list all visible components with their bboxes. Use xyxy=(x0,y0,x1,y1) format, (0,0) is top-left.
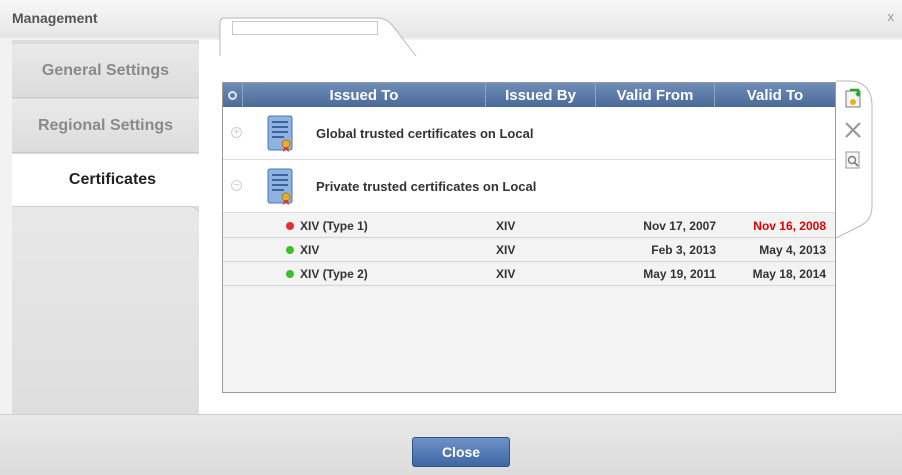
group-row-global[interactable]: + Global trusted certificates on Local xyxy=(223,107,835,160)
status-green-dot xyxy=(286,270,294,278)
certificate-icon xyxy=(267,115,293,152)
group-row-private[interactable]: − Private trusted certificates on Local xyxy=(223,160,835,213)
table-row[interactable]: XIV (Type 2) XIV May 19, 2011 May 18, 20… xyxy=(223,262,835,286)
sidebar-item-label: General Settings xyxy=(41,61,170,79)
view-details-icon[interactable] xyxy=(841,148,865,172)
sidebar-item-general-settings[interactable]: General Settings xyxy=(12,44,199,98)
sidebar-item-label: Certificates xyxy=(68,171,157,188)
cell-valid-from: Feb 3, 2013 xyxy=(651,243,716,257)
column-header-valid-to[interactable]: Valid To xyxy=(715,83,835,107)
group-label: Global trusted certificates on Local xyxy=(316,126,534,141)
sidebar-item-label: Regional Settings xyxy=(37,116,174,134)
status-green-dot xyxy=(286,246,294,254)
table-header: Issued To Issued By Valid From Valid To xyxy=(223,83,835,107)
cell-valid-to: May 4, 2013 xyxy=(759,243,826,257)
sidebar-empty-area xyxy=(12,206,199,415)
group-label: Private trusted certificates on Local xyxy=(316,179,537,194)
expand-icon[interactable]: + xyxy=(231,127,242,138)
cell-issued-by: XIV xyxy=(496,219,516,233)
certificates-table: Issued To Issued By Valid From Valid To … xyxy=(222,82,836,393)
title-bar: Management x xyxy=(0,0,902,38)
cell-issued-to: XIV xyxy=(300,243,320,257)
close-button[interactable]: Close xyxy=(412,437,510,467)
cell-issued-by: XIV xyxy=(496,267,516,281)
search-input[interactable] xyxy=(232,21,378,35)
table-row[interactable]: XIV (Type 1) XIV Nov 17, 2007 Nov 16, 20… xyxy=(223,214,835,238)
cell-issued-to: XIV (Type 1) xyxy=(300,219,368,233)
sidebar: General Settings Regional Settings Certi… xyxy=(12,40,213,415)
management-dialog: Management x General Settings Regional S… xyxy=(0,0,902,475)
delete-icon[interactable] xyxy=(841,118,865,142)
sidebar-item-certificates[interactable]: Certificates xyxy=(12,154,213,206)
cell-valid-to: May 18, 2014 xyxy=(752,267,826,281)
import-certificate-icon[interactable] xyxy=(841,86,865,110)
cell-valid-to: Nov 16, 2008 xyxy=(753,219,826,233)
column-header-issued-to[interactable]: Issued To xyxy=(243,83,486,107)
certificate-icon xyxy=(267,168,293,205)
column-header-valid-from[interactable]: Valid From xyxy=(596,83,715,107)
cell-issued-to: XIV (Type 2) xyxy=(300,267,368,281)
cell-issued-by: XIV xyxy=(496,243,516,257)
column-header-issued-by[interactable]: Issued By xyxy=(486,83,596,107)
radio-icon xyxy=(228,90,237,100)
cell-valid-from: May 19, 2011 xyxy=(643,267,716,281)
select-all-radio[interactable] xyxy=(223,83,243,107)
table-row[interactable]: XIV XIV Feb 3, 2013 May 4, 2013 xyxy=(223,238,835,262)
sidebar-item-regional-settings[interactable]: Regional Settings xyxy=(12,99,199,153)
dialog-footer: Close xyxy=(0,414,902,475)
close-icon[interactable]: x xyxy=(888,9,895,24)
cell-valid-from: Nov 17, 2007 xyxy=(643,219,716,233)
window-title: Management xyxy=(12,10,98,26)
status-red-dot xyxy=(286,222,294,230)
collapse-icon[interactable]: − xyxy=(231,180,242,191)
